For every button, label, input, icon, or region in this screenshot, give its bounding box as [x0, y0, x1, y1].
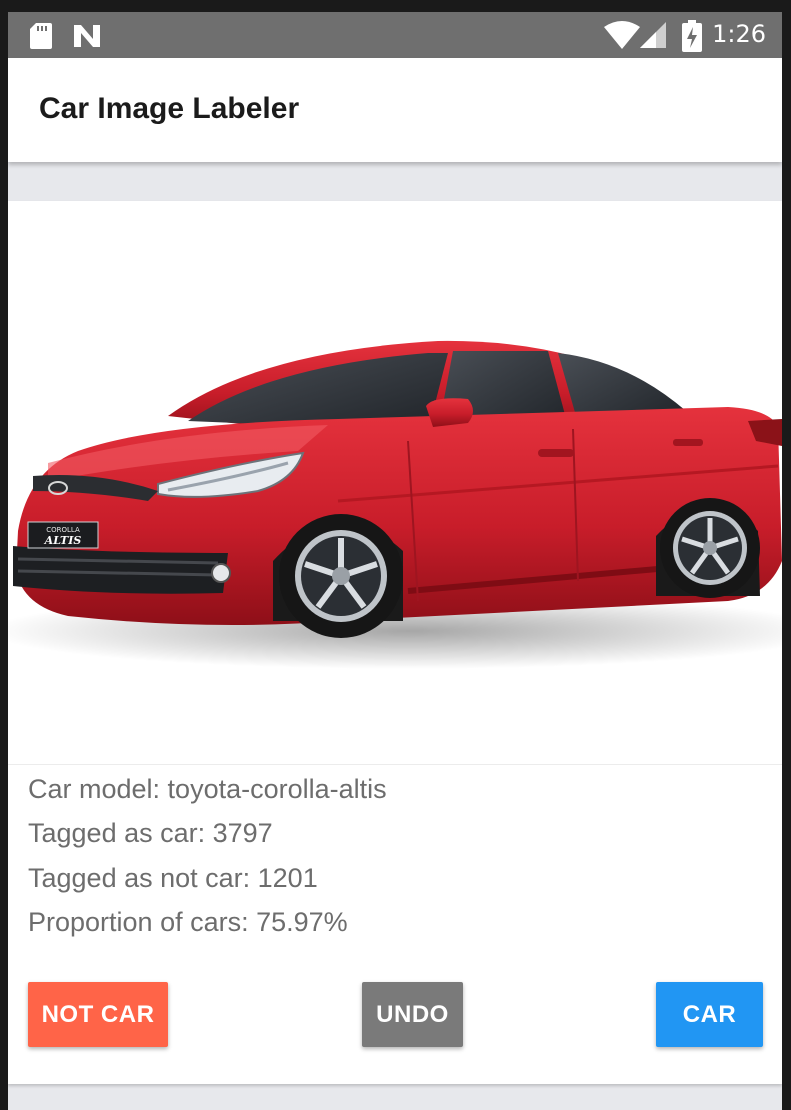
sd-card-icon: [30, 23, 52, 49]
n-notification-icon: [74, 25, 100, 47]
label-card: COROLLA ALTIS Car model: toyota-corolla-…: [8, 201, 782, 1084]
phone-screen: 1:26 Car Image Labeler COROLLA ALTIS Car…: [8, 12, 782, 1110]
status-time: 1:26: [712, 20, 766, 48]
tagged-car-count: Tagged as car: 3797: [28, 818, 273, 848]
car-model-text: Car model: toyota-corolla-altis: [28, 774, 387, 804]
badge-line1: COROLLA: [46, 526, 80, 534]
car-image: COROLLA ALTIS: [8, 201, 782, 764]
undo-button[interactable]: UNDO: [362, 982, 463, 1047]
tagged-not-car-count: Tagged as not car: 1201: [28, 863, 318, 893]
card-divider: [8, 764, 782, 765]
badge-line2: ALTIS: [44, 534, 82, 547]
battery-charging-icon: [682, 20, 702, 52]
car-proportion: Proportion of cars: 75.97%: [28, 907, 348, 937]
app-title: Car Image Labeler: [39, 92, 300, 125]
wifi-icon: [604, 21, 640, 49]
not-car-button[interactable]: NOT CAR: [28, 982, 168, 1047]
status-bar: 1:26: [8, 12, 782, 58]
app-bar: Car Image Labeler: [8, 58, 782, 162]
car-button[interactable]: CAR: [656, 982, 763, 1047]
cell-signal-icon: [640, 22, 666, 48]
